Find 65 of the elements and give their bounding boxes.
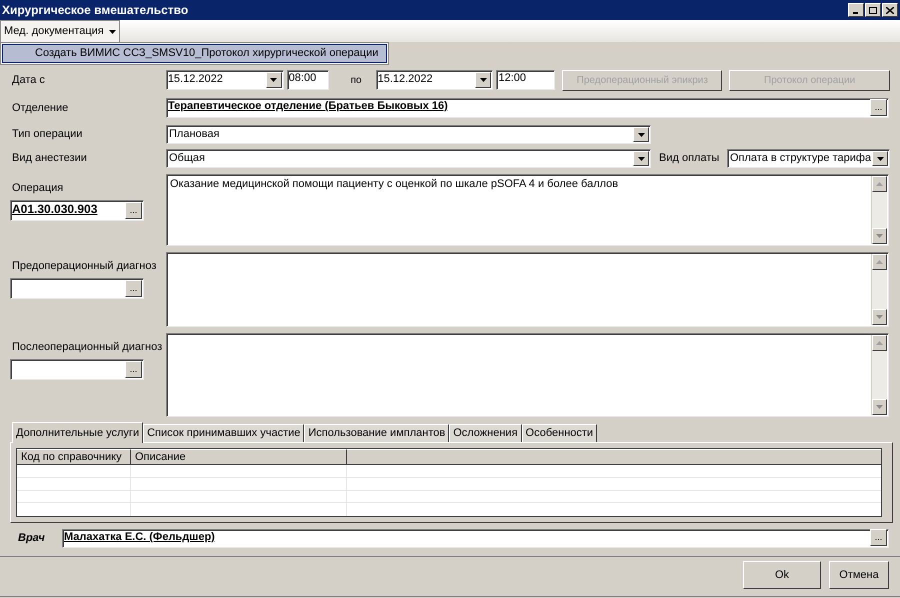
- date-field[interactable]: 15.12.2022: [166, 70, 284, 90]
- code-field[interactable]: A01.30.030.903 ...: [10, 200, 144, 220]
- dialog-button[interactable]: Отмена: [829, 561, 889, 589]
- browse-button[interactable]: ...: [125, 280, 142, 296]
- text-area[interactable]: Оказание медицинской помощи пациенту с оценкой по шкале pSOFA 4 и более баллов: [166, 174, 889, 246]
- minimize-icon[interactable]: [848, 3, 864, 17]
- scroll-down-icon: [876, 405, 883, 409]
- scroll-down-icon: [876, 315, 883, 319]
- dropdown-arrow-icon: [270, 78, 278, 82]
- dropdown-arrow-icon: [638, 132, 644, 136]
- text-area[interactable]: [166, 333, 889, 417]
- tab[interactable]: Дополнительные услуги: [12, 422, 144, 443]
- scrollbar[interactable]: [871, 176, 887, 244]
- field-label: Операция: [11, 181, 64, 196]
- menu-button[interactable]: Мед. документация: [0, 20, 120, 42]
- field-label: Вид анестезии: [11, 151, 88, 166]
- field-label: Послеоперационный диагноз: [11, 340, 164, 355]
- tab[interactable]: Осложнения: [449, 424, 522, 442]
- scroll-up-icon: [876, 260, 883, 264]
- column-header[interactable]: Описание: [131, 449, 347, 464]
- dropdown-button[interactable]: [633, 127, 649, 142]
- column-header[interactable]: Код по справочнику: [17, 449, 131, 464]
- tab[interactable]: Список принимавших участие: [143, 424, 304, 442]
- time-field[interactable]: 08:00: [286, 70, 329, 90]
- scrollbar[interactable]: [871, 335, 887, 415]
- window-title: Хирургическое вмешательство: [2, 2, 188, 19]
- field-label: Врач: [17, 531, 46, 546]
- dropdown-button[interactable]: [872, 151, 888, 166]
- dropdown-button[interactable]: [475, 72, 492, 88]
- field-label: Дата с: [11, 72, 46, 88]
- dropdown-button[interactable]: [633, 151, 649, 166]
- dropdown-arrow-icon: [480, 78, 487, 82]
- combo-box[interactable]: Общая: [166, 149, 651, 168]
- field-label: Вид оплаты: [659, 151, 720, 166]
- dialog-button[interactable]: Ok: [743, 561, 821, 589]
- field-label: Предоперационный диагноз: [11, 259, 158, 274]
- combo-box[interactable]: Плановая: [166, 125, 651, 144]
- menu-item[interactable]: Создать ВИМИС ССЗ_SMSV10_Протокол хирургической операции: [2, 44, 387, 63]
- date-field[interactable]: 15.12.2022: [376, 70, 494, 90]
- close-icon[interactable]: [882, 3, 898, 17]
- dropdown-arrow-icon: [638, 156, 644, 160]
- browse-button[interactable]: ...: [870, 529, 887, 546]
- field-label: Тип операции: [11, 127, 84, 142]
- doctor-field[interactable]: Малахатка Е.С. (Фельдшер) ...: [62, 529, 889, 548]
- dropdown-arrow-icon: [876, 156, 884, 160]
- code-field[interactable]: ...: [10, 278, 144, 298]
- maximize-icon[interactable]: [865, 3, 881, 17]
- code-field[interactable]: ...: [10, 358, 144, 380]
- combo-box[interactable]: Оплата в структуре тарифа: [727, 149, 890, 168]
- department-field[interactable]: Терапевтическое отделение (Братьев Быковых 16) ...: [166, 98, 889, 118]
- browse-button[interactable]: ...: [125, 202, 142, 218]
- caret-icon: [108, 30, 116, 34]
- text-area[interactable]: [166, 252, 889, 327]
- field-label: по: [350, 74, 363, 88]
- scroll-up-icon: [876, 341, 883, 345]
- dropdown-button[interactable]: [266, 72, 282, 88]
- tab[interactable]: Использование имплантов: [304, 424, 450, 442]
- browse-button[interactable]: ...: [870, 99, 887, 116]
- scroll-up-icon: [876, 182, 883, 186]
- browse-button[interactable]: ...: [125, 360, 142, 378]
- time-field[interactable]: 12:00: [496, 70, 556, 90]
- field-label: Отделение: [11, 100, 70, 116]
- scrollbar[interactable]: [871, 254, 887, 325]
- tab[interactable]: Особенности: [522, 424, 598, 442]
- scroll-down-icon: [876, 234, 883, 238]
